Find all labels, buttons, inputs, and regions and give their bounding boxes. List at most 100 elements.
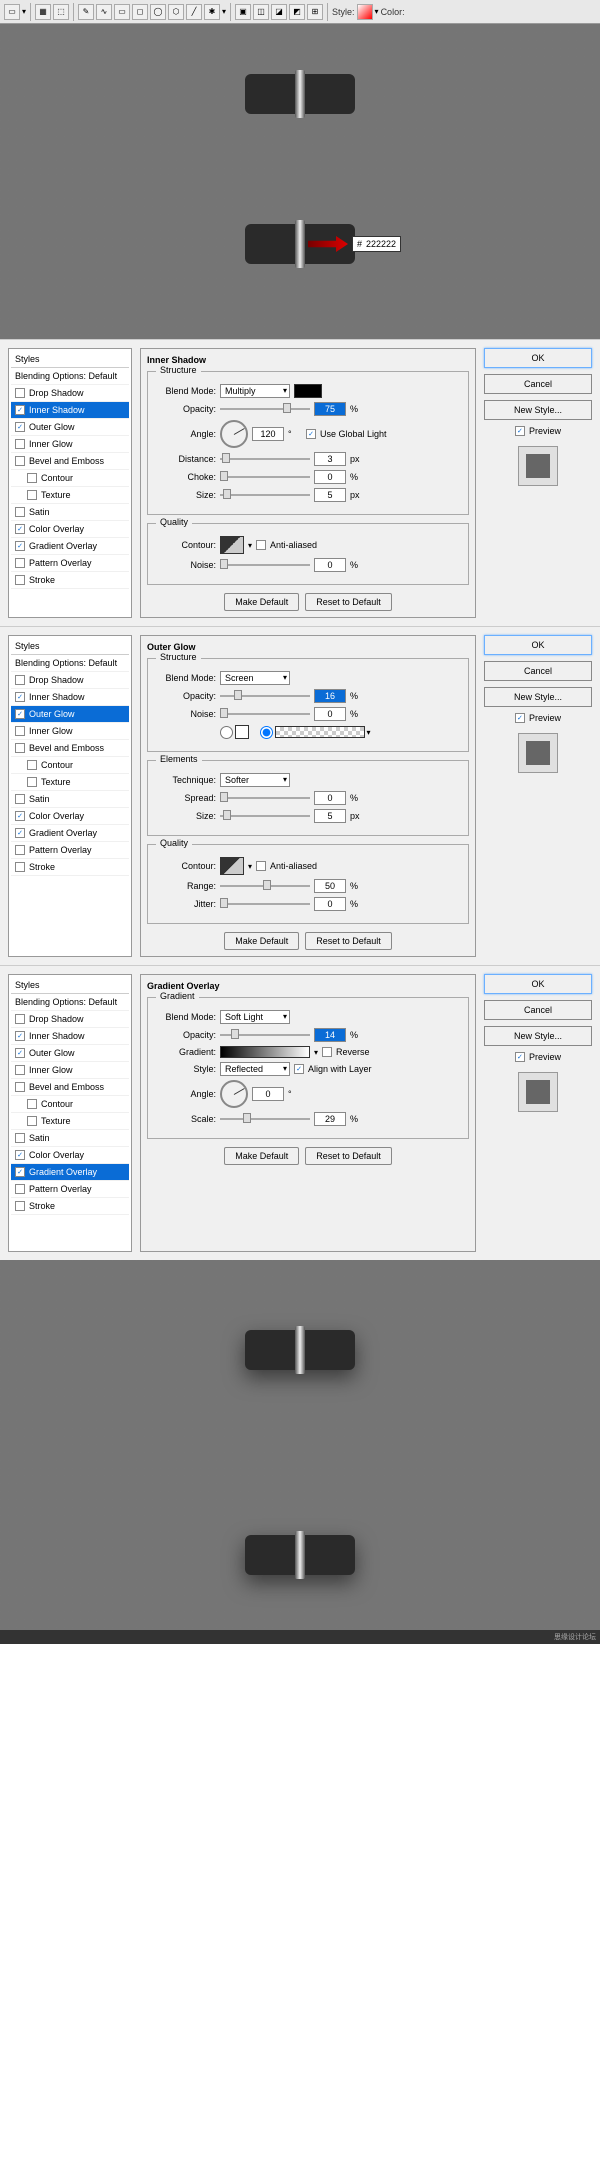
custom-shape-icon[interactable]: ✱ xyxy=(204,4,220,20)
reset-default-button[interactable]: Reset to Default xyxy=(305,593,392,611)
jitter-slider[interactable] xyxy=(220,903,310,905)
distance-slider[interactable] xyxy=(220,458,310,460)
stroke-item[interactable]: Stroke xyxy=(11,1198,129,1215)
preview-check[interactable] xyxy=(515,426,525,436)
bevel-item[interactable]: Bevel and Emboss xyxy=(11,1079,129,1096)
size-input[interactable]: 5 xyxy=(314,488,346,502)
pattern-overlay-item[interactable]: Pattern Overlay xyxy=(11,555,129,572)
make-default-button[interactable]: Make Default xyxy=(224,1147,299,1165)
satin-item[interactable]: Satin xyxy=(11,791,129,808)
anti-alias-check[interactable] xyxy=(256,861,266,871)
choke-input[interactable]: 0 xyxy=(314,470,346,484)
blend-mode-select[interactable]: Multiply xyxy=(220,384,290,398)
texture-item[interactable]: Texture xyxy=(11,1113,129,1130)
combine-excl-icon[interactable]: ⊞ xyxy=(307,4,323,20)
scale-input[interactable]: 29 xyxy=(314,1112,346,1126)
reset-default-button[interactable]: Reset to Default xyxy=(305,932,392,950)
rect-icon[interactable]: ▭ xyxy=(114,4,130,20)
gradient-overlay-item[interactable]: Gradient Overlay xyxy=(11,1164,129,1181)
bevel-item[interactable]: Bevel and Emboss xyxy=(11,453,129,470)
pattern-overlay-item[interactable]: Pattern Overlay xyxy=(11,1181,129,1198)
blending-options-item[interactable]: Blending Options: Default xyxy=(11,368,129,385)
gradient-overlay-item[interactable]: Gradient Overlay xyxy=(11,538,129,555)
angle-input[interactable]: 0 xyxy=(252,1087,284,1101)
reset-default-button[interactable]: Reset to Default xyxy=(305,1147,392,1165)
size-input[interactable]: 5 xyxy=(314,809,346,823)
line-icon[interactable]: ╱ xyxy=(186,4,202,20)
distance-input[interactable]: 3 xyxy=(314,452,346,466)
combine-int-icon[interactable]: ◩ xyxy=(289,4,305,20)
texture-item[interactable]: Texture xyxy=(11,487,129,504)
size-slider[interactable] xyxy=(220,494,310,496)
outer-glow-item[interactable]: Outer Glow xyxy=(11,1045,129,1062)
combine-add-icon[interactable]: ◫ xyxy=(253,4,269,20)
reverse-check[interactable] xyxy=(322,1047,332,1057)
noise-slider[interactable] xyxy=(220,713,310,715)
opacity-slider[interactable] xyxy=(220,695,310,697)
align-check[interactable] xyxy=(294,1064,304,1074)
ok-button[interactable]: OK xyxy=(484,348,592,368)
cancel-button[interactable]: Cancel xyxy=(484,374,592,394)
glow-gradient-picker[interactable] xyxy=(275,726,365,738)
gradient-style-select[interactable]: Reflected xyxy=(220,1062,290,1076)
gradient-picker[interactable] xyxy=(220,1046,310,1058)
color-overlay-item[interactable]: Color Overlay xyxy=(11,808,129,825)
opacity-input[interactable]: 16 xyxy=(314,689,346,703)
drop-shadow-item[interactable]: Drop Shadow xyxy=(11,385,129,402)
inner-shadow-item[interactable]: Inner Shadow xyxy=(11,1028,129,1045)
jitter-input[interactable]: 0 xyxy=(314,897,346,911)
blend-mode-select[interactable]: Soft Light xyxy=(220,1010,290,1024)
scale-slider[interactable] xyxy=(220,1118,310,1120)
freeform-icon[interactable]: ∿ xyxy=(96,4,112,20)
opacity-slider[interactable] xyxy=(220,1034,310,1036)
noise-input[interactable]: 0 xyxy=(314,558,346,572)
make-default-button[interactable]: Make Default xyxy=(224,593,299,611)
opacity-input[interactable]: 75 xyxy=(314,402,346,416)
global-light-check[interactable] xyxy=(306,429,316,439)
contour-item[interactable]: Contour xyxy=(11,757,129,774)
inner-glow-item[interactable]: Inner Glow xyxy=(11,723,129,740)
combine-sub-icon[interactable]: ◪ xyxy=(271,4,287,20)
anti-alias-check[interactable] xyxy=(256,540,266,550)
ok-button[interactable]: OK xyxy=(484,974,592,994)
rrect-icon[interactable]: ◻ xyxy=(132,4,148,20)
polygon-icon[interactable]: ⬡ xyxy=(168,4,184,20)
glow-color-swatch[interactable] xyxy=(235,725,249,739)
new-style-button[interactable]: New Style... xyxy=(484,1026,592,1046)
range-slider[interactable] xyxy=(220,885,310,887)
pattern-overlay-item[interactable]: Pattern Overlay xyxy=(11,842,129,859)
satin-item[interactable]: Satin xyxy=(11,504,129,521)
opacity-input[interactable]: 14 xyxy=(314,1028,346,1042)
contour-item[interactable]: Contour xyxy=(11,1096,129,1113)
cancel-button[interactable]: Cancel xyxy=(484,1000,592,1020)
ok-button[interactable]: OK xyxy=(484,635,592,655)
drop-shadow-item[interactable]: Drop Shadow xyxy=(11,672,129,689)
bevel-item[interactable]: Bevel and Emboss xyxy=(11,740,129,757)
contour-picker[interactable] xyxy=(220,857,244,875)
noise-slider[interactable] xyxy=(220,564,310,566)
shadow-color-swatch[interactable] xyxy=(294,384,322,398)
choke-slider[interactable] xyxy=(220,476,310,478)
inner-shadow-item[interactable]: Inner Shadow xyxy=(11,402,129,419)
stroke-item[interactable]: Stroke xyxy=(11,572,129,589)
inner-glow-item[interactable]: Inner Glow xyxy=(11,1062,129,1079)
angle-dial[interactable] xyxy=(220,1080,248,1108)
new-style-button[interactable]: New Style... xyxy=(484,400,592,420)
new-style-button[interactable]: New Style... xyxy=(484,687,592,707)
spread-input[interactable]: 0 xyxy=(314,791,346,805)
contour-item[interactable]: Contour xyxy=(11,470,129,487)
contour-picker[interactable] xyxy=(220,536,244,554)
color-overlay-item[interactable]: Color Overlay xyxy=(11,1147,129,1164)
outer-glow-item[interactable]: Outer Glow xyxy=(11,419,129,436)
gradient-overlay-item[interactable]: Gradient Overlay xyxy=(11,825,129,842)
inner-shadow-item[interactable]: Inner Shadow xyxy=(11,689,129,706)
spread-slider[interactable] xyxy=(220,797,310,799)
color-overlay-item[interactable]: Color Overlay xyxy=(11,521,129,538)
cancel-button[interactable]: Cancel xyxy=(484,661,592,681)
satin-item[interactable]: Satin xyxy=(11,1130,129,1147)
blending-options-item[interactable]: Blending Options: Default xyxy=(11,655,129,672)
drop-shadow-item[interactable]: Drop Shadow xyxy=(11,1011,129,1028)
inner-glow-item[interactable]: Inner Glow xyxy=(11,436,129,453)
glow-gradient-radio[interactable] xyxy=(260,726,273,739)
angle-dial[interactable] xyxy=(220,420,248,448)
